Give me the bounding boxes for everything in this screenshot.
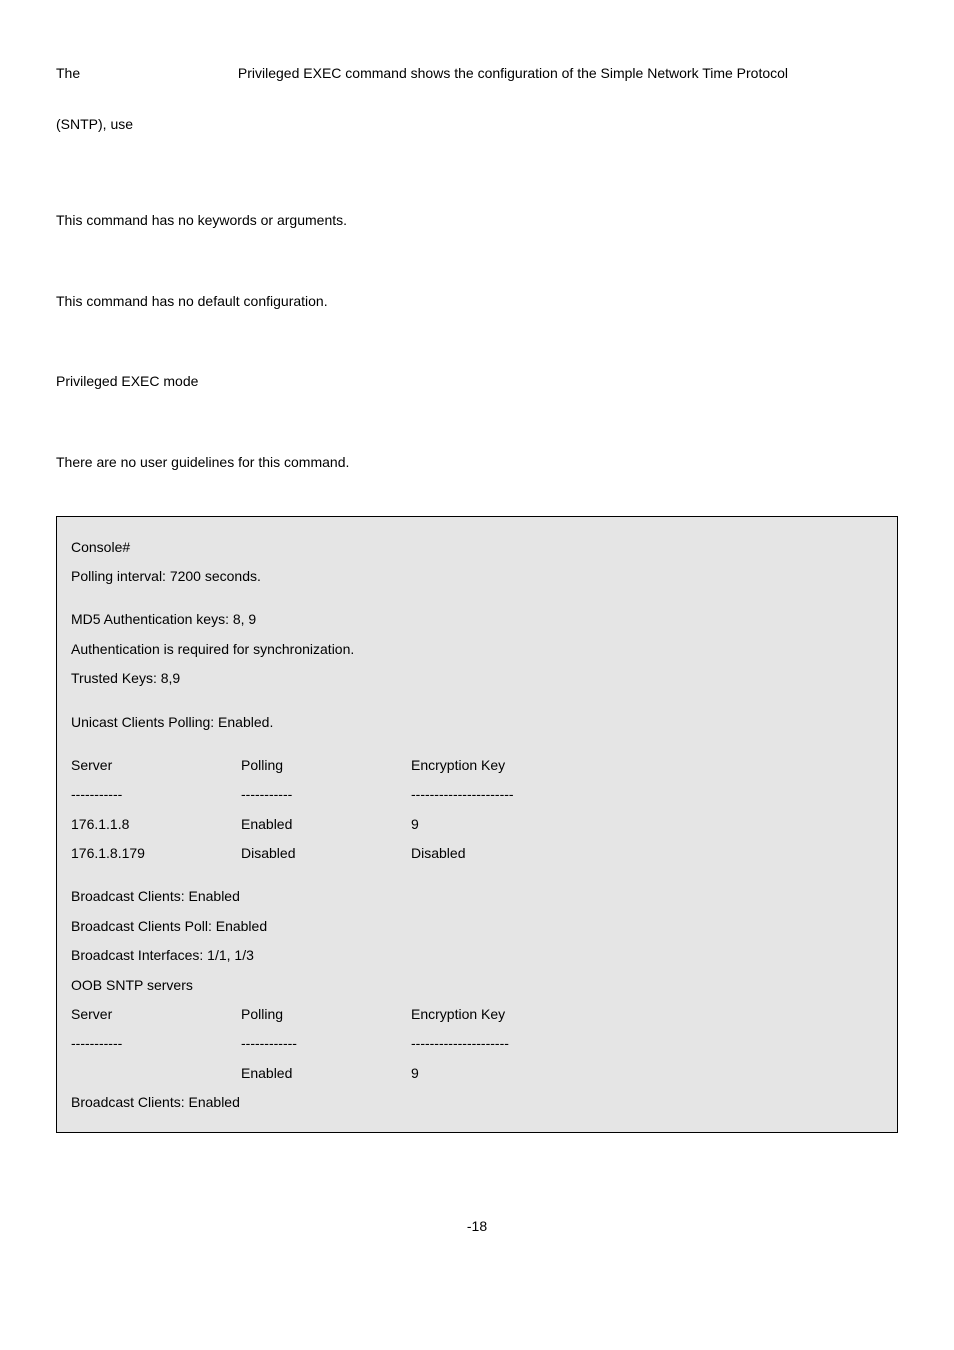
- table-row: Enabled 9: [71, 1059, 883, 1088]
- console-prompt: Console#: [71, 533, 883, 562]
- sep-c3: ---------------------: [411, 1029, 883, 1058]
- cell-enckey: 9: [411, 1059, 883, 1088]
- col-polling: Polling: [241, 751, 411, 780]
- console-unicast: Unicast Clients Polling: Enabled.: [71, 708, 883, 737]
- console-broadcast-poll: Broadcast Clients Poll: Enabled: [71, 912, 883, 941]
- intro-rest: Privileged EXEC command shows the config…: [238, 65, 788, 81]
- table1-separator: ----------- ----------- ----------------…: [71, 780, 883, 809]
- console-polling-interval: Polling interval: 7200 seconds.: [71, 562, 883, 591]
- cell-server: [71, 1059, 241, 1088]
- sep-c2: -----------: [241, 780, 411, 809]
- default-text: This command has no default configuratio…: [56, 288, 898, 315]
- console-auth-required: Authentication is required for synchroni…: [71, 635, 883, 664]
- console-output: Console# Polling interval: 7200 seconds.…: [56, 516, 898, 1133]
- table-row: 176.1.1.8 Enabled 9: [71, 810, 883, 839]
- cell-server: 176.1.8.179: [71, 839, 241, 868]
- page: The Privileged EXEC command shows the co…: [0, 0, 954, 1279]
- col-enckey: Encryption Key: [411, 751, 883, 780]
- cell-polling: Enabled: [241, 810, 411, 839]
- col-enckey: Encryption Key: [411, 1000, 883, 1029]
- table-row: 176.1.8.179 Disabled Disabled: [71, 839, 883, 868]
- cell-polling: Disabled: [241, 839, 411, 868]
- keywords-text: This command has no keywords or argument…: [56, 207, 898, 234]
- col-server: Server: [71, 751, 241, 780]
- console-oob: OOB SNTP servers: [71, 971, 883, 1000]
- cell-enckey: Disabled: [411, 839, 883, 868]
- table1-header: Server Polling Encryption Key: [71, 751, 883, 780]
- intro-prefix: The: [56, 65, 80, 81]
- sep-c3: ----------------------: [411, 780, 883, 809]
- mode-text: Privileged EXEC mode: [56, 368, 898, 395]
- cell-enckey: 9: [411, 810, 883, 839]
- console-broadcast-interfaces: Broadcast Interfaces: 1/1, 1/3: [71, 941, 883, 970]
- sep-c2: ------------: [241, 1029, 411, 1058]
- page-number: -18: [56, 1213, 898, 1240]
- intro-second-line: (SNTP), use: [56, 111, 898, 138]
- cell-server: 176.1.1.8: [71, 810, 241, 839]
- guidelines-text: There are no user guidelines for this co…: [56, 449, 898, 476]
- table2-header: Server Polling Encryption Key: [71, 1000, 883, 1029]
- console-trusted-keys: Trusted Keys: 8,9: [71, 664, 883, 693]
- console-broadcast-enabled-2: Broadcast Clients: Enabled: [71, 1088, 883, 1117]
- col-polling: Polling: [241, 1000, 411, 1029]
- sep-c1: -----------: [71, 1029, 241, 1058]
- cell-polling: Enabled: [241, 1059, 411, 1088]
- sep-c1: -----------: [71, 780, 241, 809]
- console-md5-keys: MD5 Authentication keys: 8, 9: [71, 605, 883, 634]
- intro-paragraph: The Privileged EXEC command shows the co…: [56, 60, 898, 87]
- col-server: Server: [71, 1000, 241, 1029]
- console-broadcast-enabled: Broadcast Clients: Enabled: [71, 882, 883, 911]
- table2-separator: ----------- ------------ ---------------…: [71, 1029, 883, 1058]
